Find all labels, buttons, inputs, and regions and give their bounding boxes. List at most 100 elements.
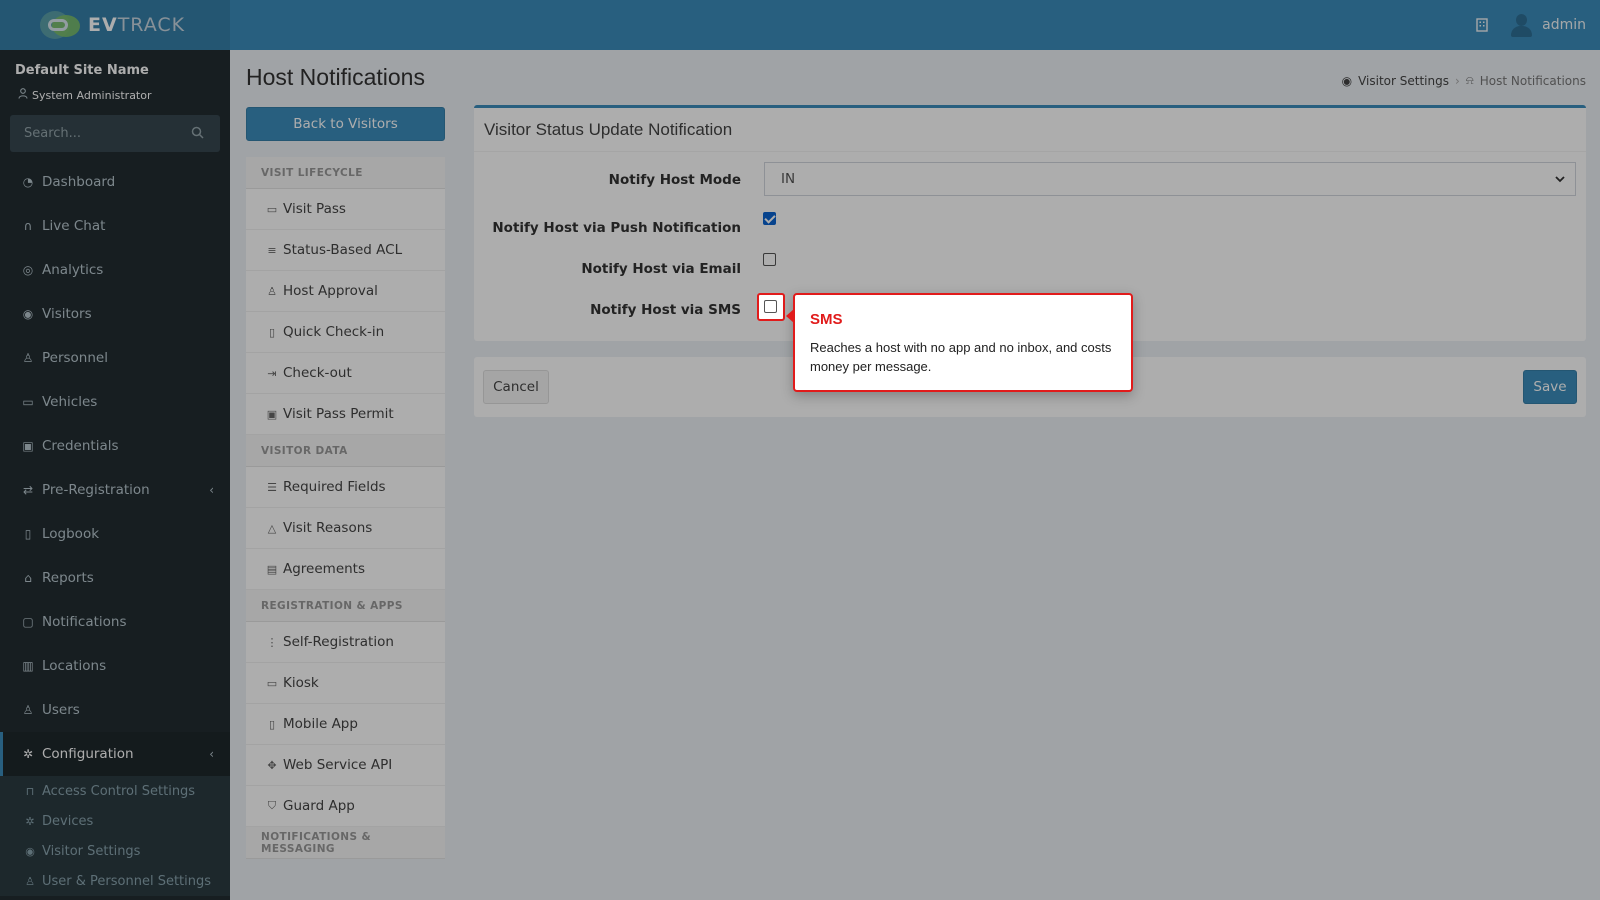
ticket-icon: ▭	[266, 202, 278, 216]
nav-item-host-approval[interactable]: ♙ Host Approval	[246, 271, 445, 312]
sidebar-item-visitors[interactable]: ◉ Visitors	[0, 292, 230, 336]
nav-item-quick-check-in[interactable]: ▯ Quick Check-in	[246, 312, 445, 353]
nav-section-notifications-messaging: NOTIFICATIONS & MESSAGING	[246, 827, 445, 859]
book-icon: ▯	[24, 527, 32, 541]
chevron-down-icon	[1555, 176, 1565, 183]
notify-mode-label: Notify Host Mode	[608, 172, 741, 188]
sidebar-item-personnel[interactable]: ♙ Personnel	[0, 336, 230, 380]
sidebar-item-reports[interactable]: ⌂ Reports	[0, 556, 230, 600]
shapes-icon: △	[267, 521, 277, 535]
nav-item-status-based-acl[interactable]: ≡ Status-Based ACL	[246, 230, 445, 271]
nav-section-visitor-data: VISITOR DATA	[246, 435, 445, 467]
nav-item-label: Status-Based ACL	[283, 242, 403, 258]
report-icon: ⌂	[24, 571, 32, 585]
nav-item-self-registration[interactable]: ⋮ Self-Registration	[246, 622, 445, 663]
nav-item-visit-pass-permit[interactable]: ▣ Visit Pass Permit	[246, 394, 445, 435]
sidebar-item-notifications[interactable]: ▢ Notifications	[0, 600, 230, 644]
building-icon[interactable]	[1474, 17, 1490, 33]
search-icon[interactable]	[191, 126, 204, 139]
sidebar-item-configuration[interactable]: ✲ Configuration ‹	[0, 732, 230, 776]
logo-text: EVTRACK	[88, 14, 186, 36]
id-card-icon: ▣	[22, 439, 34, 453]
user-icon	[18, 88, 28, 102]
sidebar-item-credentials[interactable]: ▣ Credentials	[0, 424, 230, 468]
eye-icon: ◉	[22, 307, 34, 321]
logo[interactable]: EVTRACK	[0, 0, 230, 50]
nav-item-visit-pass[interactable]: ▭ Visit Pass	[246, 189, 445, 230]
sidebar-item-analytics[interactable]: ◎ Analytics	[0, 248, 230, 292]
avatar	[1510, 13, 1533, 37]
network-icon: ✥	[267, 758, 277, 772]
sidebar-subitem-visitor-settings[interactable]: ◉ Visitor Settings	[0, 836, 230, 866]
sidebar-item-logbook[interactable]: ▯ Logbook	[0, 512, 230, 556]
sidebar-subitem-devices[interactable]: ✲ Devices	[0, 806, 230, 836]
sidebar-item-vehicles[interactable]: ▭ Vehicles	[0, 380, 230, 424]
analytics-icon: ◎	[22, 263, 34, 277]
sidebar-item-label: Vehicles	[42, 394, 98, 410]
push-checkbox[interactable]	[763, 212, 776, 225]
sidebar-item-dashboard[interactable]: ◔ Dashboard	[0, 160, 230, 204]
phone-icon: ▯	[268, 717, 276, 731]
save-button[interactable]: Save	[1523, 370, 1577, 404]
user-name: admin	[1542, 17, 1586, 33]
highlighted-sms-checkbox[interactable]	[764, 300, 777, 313]
sidebar-subitem-user-personnel[interactable]: ♙ User & Personnel Settings	[0, 866, 230, 896]
logout-icon: ⇥	[267, 366, 277, 380]
nav-item-label: Mobile App	[283, 716, 358, 732]
sidebar-subitem-label: Visitor Settings	[42, 843, 141, 859]
sidebar-item-live-chat[interactable]: ∩ Live Chat	[0, 204, 230, 248]
nav-item-check-out[interactable]: ⇥ Check-out	[246, 353, 445, 394]
user-check-icon: ♙	[267, 284, 277, 298]
sidebar-item-label: Pre-Registration	[42, 482, 150, 498]
user-menu[interactable]: admin	[1510, 13, 1586, 37]
top-header: EVTRACK admin	[0, 0, 1600, 50]
nav-item-web-service-api[interactable]: ✥ Web Service API	[246, 745, 445, 786]
search-placeholder: Search...	[24, 126, 82, 141]
nav-item-agreements[interactable]: ▤ Agreements	[246, 549, 445, 590]
back-to-visitors-button[interactable]: Back to Visitors	[246, 107, 445, 141]
nav-item-label: Agreements	[283, 561, 366, 577]
permit-icon: ▣	[266, 407, 278, 421]
site-name: Default Site Name	[15, 63, 149, 78]
notify-mode-select[interactable]: IN	[764, 162, 1576, 196]
cancel-button[interactable]: Cancel	[483, 370, 549, 404]
sidebar-search-input[interactable]: Search...	[10, 115, 220, 152]
map-icon: ▥	[22, 659, 34, 673]
sidebar-item-label: Dashboard	[42, 174, 116, 190]
sms-checkbox-highlight[interactable]	[757, 293, 785, 321]
nav-section-registration-apps: REGISTRATION & APPS	[246, 590, 445, 622]
sms-label: Notify Host via SMS	[590, 302, 741, 318]
sidebar-item-label: Credentials	[42, 438, 119, 454]
sidebar-item-pre-registration[interactable]: ⇄ Pre-Registration ‹	[0, 468, 230, 512]
form-row-push: Notify Host via Push Notification	[474, 209, 1586, 245]
list-check-icon: ≡	[267, 243, 277, 257]
sidebar-item-users[interactable]: ♙ Users	[0, 688, 230, 732]
users-icon: ♙	[22, 703, 34, 717]
eye-icon: ◉	[25, 844, 35, 858]
sidebar-subitem-label: User & Personnel Settings	[42, 873, 212, 889]
form-row-mode: Notify Host Mode IN	[474, 161, 1586, 197]
nav-item-kiosk[interactable]: ▭ Kiosk	[246, 663, 445, 704]
email-checkbox[interactable]	[763, 253, 776, 266]
breadcrumb-visitor-settings[interactable]: Visitor Settings	[1358, 74, 1449, 88]
user-settings-icon: ♙	[25, 874, 35, 888]
configuration-submenu: ⊓ Access Control Settings ✲ Devices ◉ Visit…	[0, 776, 230, 896]
headset-icon: ∩	[23, 219, 33, 233]
nav-item-visit-reasons[interactable]: △ Visit Reasons	[246, 508, 445, 549]
sidebar-subitem-label: Devices	[42, 813, 94, 829]
tooltip-title: SMS	[810, 311, 843, 328]
nav-item-guard-app[interactable]: ⛉ Guard App	[246, 786, 445, 827]
nav-section-visit-lifecycle: VISIT LIFECYCLE	[246, 157, 445, 189]
chevron-left-icon: ‹	[209, 747, 214, 761]
tooltip-body: Reaches a host with no app and no inbox,…	[810, 340, 1112, 374]
sidebar-item-locations[interactable]: ▥ Locations	[0, 644, 230, 688]
nav-item-required-fields[interactable]: ☰ Required Fields	[246, 467, 445, 508]
form-icon: ⋮	[266, 635, 278, 649]
push-label: Notify Host via Push Notification	[492, 220, 741, 236]
settings-nav: VISIT LIFECYCLE ▭ Visit Pass ≡ Status-Base…	[246, 157, 445, 859]
sidebar-item-label: Visitors	[42, 306, 92, 322]
panel-title: Visitor Status Update Notification	[474, 108, 1586, 152]
nav-item-mobile-app[interactable]: ▯ Mobile App	[246, 704, 445, 745]
sidebar-subitem-access-control[interactable]: ⊓ Access Control Settings	[0, 776, 230, 806]
nav-item-label: Visit Reasons	[283, 520, 373, 536]
